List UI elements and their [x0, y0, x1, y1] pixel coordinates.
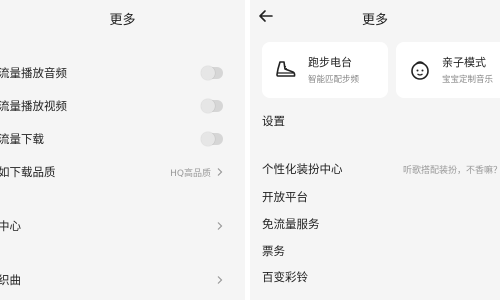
row-label: 流量播放视频 [0, 99, 67, 113]
row-stream-video[interactable]: 流量播放视频 [0, 94, 245, 118]
card-subtitle: 宝宝定制音乐 [442, 75, 494, 85]
card-kids-mode[interactable]: 亲子模式 宝宝定制音乐 [396, 42, 500, 98]
child-face-icon [411, 61, 429, 80]
back-arrow-icon[interactable] [256, 6, 276, 26]
skin-center-hint: 听歌搭配装扮，不香嘛？ [402, 165, 500, 176]
row-tune[interactable]: 织曲 [0, 268, 245, 292]
sneaker-icon [276, 61, 296, 77]
row-stream-download[interactable]: 流量下载 [0, 127, 245, 151]
row-label: 免流量服务 [262, 217, 320, 231]
row-open-platform[interactable]: 开放平台 [250, 185, 500, 209]
row-label: 开放平台 [262, 190, 308, 204]
row-center[interactable]: 中心 [0, 214, 245, 238]
row-stream-audio[interactable]: 流量播放音频 [0, 61, 245, 85]
row-label: 票务 [262, 244, 285, 258]
section-label: 设置 [262, 114, 285, 128]
card-running-radio[interactable]: 跑步电台 智能匹配步频 [262, 42, 388, 98]
header-right: 更多 [250, 0, 500, 36]
chevron-right-icon [217, 276, 223, 284]
row-label: 中心 [0, 219, 21, 233]
page-title-left: 更多 [109, 12, 136, 28]
settings-panel-left: 更多 流量播放音频 流量播放视频 流量下载 如下载品质 HQ高品质 中心 织曲 [0, 0, 245, 300]
toggle-knob [201, 132, 215, 146]
more-panel-right: 更多 跑步电台 智能匹配步频 亲子模式 宝宝定制音乐 设置 个性化装扮中心 听歌… [250, 0, 500, 300]
header-left: 更多 [0, 0, 245, 36]
chevron-right-icon [217, 168, 223, 176]
download-quality-value: HQ高品质 [170, 168, 211, 179]
row-label: 个性化装扮中心 [262, 162, 343, 176]
row-label: 流量播放音频 [0, 66, 67, 80]
row-skin-center[interactable]: 个性化装扮中心 听歌搭配装扮，不香嘛？ [250, 157, 500, 181]
row-tickets[interactable]: 票务 [250, 239, 500, 263]
toggle-knob [201, 66, 215, 80]
toggle-knob [201, 99, 215, 113]
stream-download-toggle[interactable] [201, 132, 223, 146]
stream-video-toggle[interactable] [201, 99, 223, 113]
row-label: 如下载品质 [0, 165, 56, 179]
chevron-right-icon [217, 222, 223, 230]
row-ringback-tone[interactable]: 百变彩铃 [250, 265, 500, 289]
card-subtitle: 智能匹配步频 [308, 75, 360, 85]
row-free-data-service[interactable]: 免流量服务 [250, 212, 500, 236]
row-label: 织曲 [0, 273, 21, 287]
row-label: 百变彩铃 [262, 270, 308, 284]
page-title-right: 更多 [361, 12, 388, 28]
card-title: 跑步电台 [308, 56, 352, 69]
row-label: 流量下载 [0, 132, 44, 146]
card-title: 亲子模式 [442, 56, 486, 69]
stream-audio-toggle[interactable] [201, 66, 223, 80]
row-download-quality[interactable]: 如下载品质 HQ高品质 [0, 160, 245, 184]
section-label-settings: 设置 [250, 109, 500, 133]
